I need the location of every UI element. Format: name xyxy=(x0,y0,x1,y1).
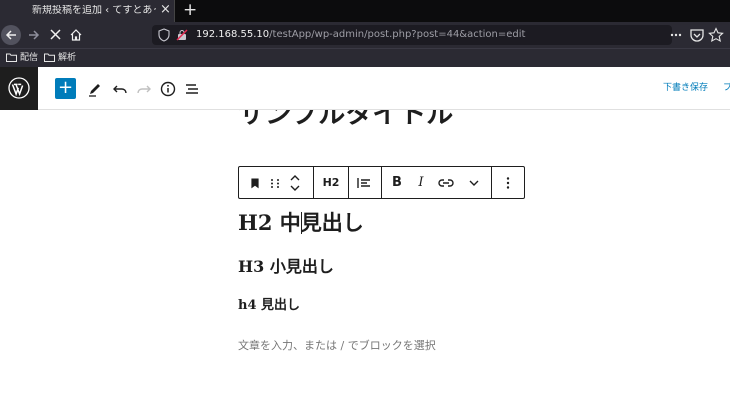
bookmarks-bar: 配信 解析 xyxy=(0,48,730,67)
home-icon xyxy=(70,29,82,41)
heading-h2-text-after: 見出し xyxy=(300,210,364,235)
star-icon[interactable] xyxy=(708,27,724,43)
bookmark-label: 配信 xyxy=(20,53,39,63)
toolbar-divider xyxy=(348,167,349,198)
more-options-icon[interactable] xyxy=(498,173,518,193)
save-draft-button[interactable]: 下書き保存 xyxy=(663,82,708,94)
editor-header: + 下書き保存 プ xyxy=(0,67,730,110)
url-bar[interactable]: 192.168.55.10/testApp/wp-admin/post.php?… xyxy=(152,25,672,45)
preview-button[interactable]: プ xyxy=(723,82,730,94)
home-button[interactable] xyxy=(66,25,86,45)
forward-button[interactable] xyxy=(24,25,44,45)
heading-h2-block[interactable]: H2 中見出し xyxy=(238,210,364,236)
link-icon[interactable] xyxy=(436,173,456,193)
undo-icon[interactable] xyxy=(110,79,130,99)
url-text: 192.168.55.10/testApp/wp-admin/post.php?… xyxy=(196,28,525,42)
tab-title: 新規投稿を追加 ‹ てすとあっぷ — Wo xyxy=(32,5,156,16)
italic-button[interactable]: I xyxy=(411,173,431,193)
move-up-down-icon[interactable] xyxy=(287,173,303,193)
insecure-lock-icon[interactable] xyxy=(176,29,188,41)
align-left-icon[interactable] xyxy=(354,173,374,193)
pocket-icon[interactable] xyxy=(689,27,705,43)
new-tab-button[interactable]: + xyxy=(183,1,197,19)
bookmark-folder-2[interactable]: 解析 xyxy=(44,51,76,65)
bookmark-label: 解析 xyxy=(58,53,77,63)
shield-icon[interactable] xyxy=(158,28,170,42)
block-toolbar: H2 B I xyxy=(238,166,525,199)
url-host: 192.168.55.10 xyxy=(196,29,270,40)
heading-h3-block[interactable]: H3 小見出し xyxy=(238,257,334,277)
bookmark-icon[interactable] xyxy=(246,173,264,193)
browser-tab[interactable]: 新規投稿を追加 ‹ てすとあっぷ — Wo × xyxy=(0,0,175,22)
folder-icon xyxy=(6,53,17,62)
back-button[interactable] xyxy=(1,25,21,45)
url-path: /testApp/wp-admin/post.php?post=44&actio… xyxy=(269,29,526,40)
bold-button[interactable]: B xyxy=(387,173,407,193)
paragraph-placeholder[interactable]: 文章を入力、または / でブロックを選択 xyxy=(238,339,436,353)
editor-canvas: サンプルタイトル H2 B I H2 中見出し H3 小見出し h4 見出し 文… xyxy=(0,110,730,411)
wordpress-logo[interactable] xyxy=(0,67,38,110)
info-icon[interactable] xyxy=(158,79,178,99)
add-block-button[interactable]: + xyxy=(55,78,76,99)
pencil-icon[interactable] xyxy=(85,79,105,99)
arrow-left-icon xyxy=(5,30,16,40)
wordpress-icon xyxy=(8,77,30,99)
toolbar-divider xyxy=(381,167,382,198)
toolbar-divider xyxy=(313,167,314,198)
folder-icon xyxy=(44,53,55,62)
arrow-right-icon xyxy=(29,30,40,40)
tab-close-icon[interactable]: × xyxy=(160,3,171,17)
heading-h4-block[interactable]: h4 見出し xyxy=(238,298,300,314)
close-icon xyxy=(49,29,61,40)
more-actions-icon[interactable] xyxy=(668,27,684,43)
stop-button[interactable] xyxy=(45,25,65,45)
post-title[interactable]: サンプルタイトル xyxy=(238,110,453,130)
browser-tab-strip: 新規投稿を追加 ‹ てすとあっぷ — Wo × + xyxy=(0,0,730,22)
redo-icon[interactable] xyxy=(134,79,154,99)
heading-h2-text-before: H2 中 xyxy=(238,210,301,235)
drag-handle-icon[interactable] xyxy=(267,173,283,193)
chevron-down-icon[interactable] xyxy=(464,173,484,193)
browser-navbar: 192.168.55.10/testApp/wp-admin/post.php?… xyxy=(0,22,730,48)
list-view-icon[interactable] xyxy=(182,79,202,99)
toolbar-divider xyxy=(491,167,492,198)
bookmark-folder-1[interactable]: 配信 xyxy=(6,51,38,65)
heading-level-button[interactable]: H2 xyxy=(319,173,343,193)
